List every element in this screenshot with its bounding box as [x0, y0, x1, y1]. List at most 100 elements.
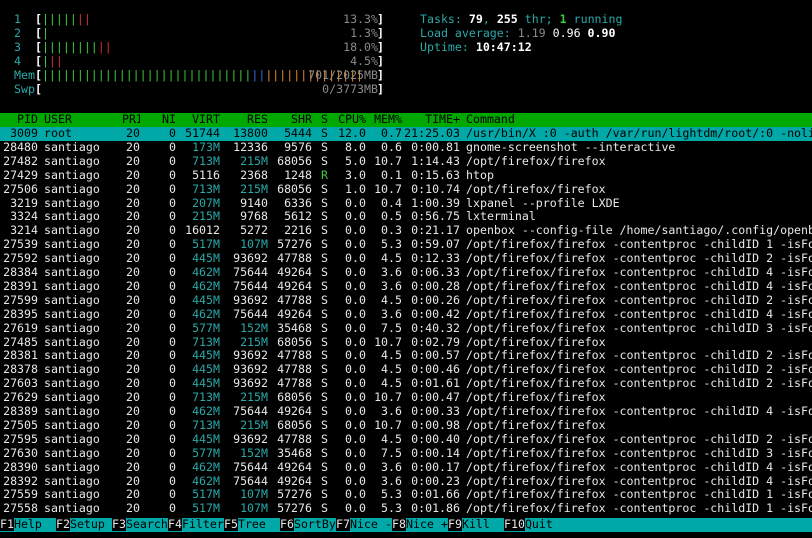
fkey-label[interactable]: Search [126, 517, 168, 531]
col-header-virt[interactable]: VIRT [176, 113, 220, 127]
process-row[interactable]: 3009 root 20 0 51744 13800 5444 S 12.0 0.7 21:25.0… [0, 127, 812, 141]
process-row[interactable]: 3214 santiago 20 0 16012 5272 2216 S 0.0 0.3 0:21.… [0, 224, 812, 238]
column-header[interactable]: PID USER PRI NI VIRT RES SHR S CPU% MEM% TIME+ Comm… [0, 113, 812, 127]
process-row[interactable]: 28384 santiago 20 0 462M 75644 49264 S 0.0 3.6 0:0… [0, 266, 812, 280]
process-row[interactable]: 28378 santiago 20 0 445M 93692 47788 S 0.0 4.5 0:0… [0, 363, 812, 377]
function-key-bar[interactable]: F1Help F2Setup F3Search F4Filter F5Tree F6Sor… [0, 517, 812, 532]
col-header-cpu[interactable]: CPU% [334, 113, 366, 127]
fkey-label[interactable]: Nice - [350, 517, 392, 531]
fkey-button[interactable]: F2Setup [56, 517, 105, 532]
cell-ni: 0 [169, 196, 176, 210]
fkey-label[interactable]: Quit [525, 517, 553, 531]
col-header-shr[interactable]: SHR [268, 113, 312, 127]
meter-bracket-left: [ [34, 54, 42, 68]
process-row[interactable]: 27505 santiago 20 0 713M 215M 68056 S 0.0 10.7 0:0… [0, 419, 812, 433]
process-row[interactable]: 3324 santiago 20 0 215M 9768 5612 S 0.0 0.5 0:56.7… [0, 210, 812, 224]
cell-ni: 0 [169, 224, 176, 238]
cell-pid: 27629 [3, 391, 38, 405]
fkey-button[interactable]: F1Help [0, 517, 42, 532]
cell-command: /opt/firefox/firefox -contentproc -child… [466, 252, 812, 266]
process-row[interactable]: 28390 santiago 20 0 462M 75644 49264 S 0.0 3.6 0:0… [0, 461, 812, 475]
process-row[interactable]: 28480 santiago 20 0 173M 12336 9576 S 8.0 0.6 0:00… [0, 141, 812, 155]
process-row[interactable]: 27506 santiago 20 0 713M 215M 68056 S 1.0 10.7 0:1… [0, 183, 812, 197]
col-header-pid[interactable]: PID [0, 113, 38, 127]
cell-command: lxpanel --profile LXDE [466, 196, 620, 210]
fkey-button[interactable]: F7Nice - [336, 517, 392, 532]
fkey-f5[interactable]: F5 [224, 517, 238, 531]
fkey-label[interactable]: Setup [70, 517, 105, 531]
cell-cpu: 0.0 [345, 266, 366, 279]
process-row[interactable]: 27429 santiago 20 0 5116 2368 1248 R 3.0 0.1 0:15.… [0, 169, 812, 183]
cell-ni: 0 [169, 446, 176, 460]
process-row[interactable]: 28389 santiago 20 0 462M 75644 49264 S 0.0 3.6 0:0… [0, 405, 812, 419]
fkey-f6[interactable]: F6 [280, 517, 294, 531]
process-row[interactable]: 28395 santiago 20 0 462M 75644 49264 S 0.0 3.6 0:0… [0, 308, 812, 322]
fkey-button[interactable]: F3Search [112, 517, 168, 532]
cell-ni: 0 [169, 293, 176, 307]
fkey-button[interactable]: F10Quit [504, 517, 553, 532]
fkey-button[interactable]: F6SortBy [280, 517, 336, 532]
col-header-user[interactable]: USER [44, 113, 122, 127]
cell-pri: 20 [126, 210, 140, 224]
fkey-button[interactable]: F4Filter [168, 517, 224, 532]
cell-res: 152M [240, 446, 268, 460]
process-row[interactable]: 27629 santiago 20 0 713M 215M 68056 S 0.0 10.7 0:0… [0, 391, 812, 405]
cell-s: S [321, 460, 328, 474]
fkey-f1[interactable]: F1 [0, 517, 14, 531]
cell-pri: 20 [126, 405, 140, 418]
cell-shr: 57276 [277, 488, 312, 502]
process-row[interactable]: 27485 santiago 20 0 713M 215M 68056 S 0.0 10.7 0:0… [0, 336, 812, 350]
fkey-button[interactable]: F8Nice + [392, 517, 448, 532]
cell-res: 215M [240, 418, 268, 432]
col-header-time[interactable]: TIME+ [402, 113, 460, 127]
cell-ni: 0 [169, 238, 176, 252]
process-row[interactable]: 27592 santiago 20 0 445M 93692 47788 S 0.0 4.5 0:1… [0, 252, 812, 266]
fkey-f8[interactable]: F8 [392, 517, 406, 531]
col-header-pri[interactable]: PRI [122, 113, 140, 127]
cell-cpu: 0.0 [345, 418, 366, 432]
col-header-s[interactable]: S [314, 113, 328, 127]
process-row[interactable]: 27595 santiago 20 0 445M 93692 47788 S 0.0 4.5 0:0… [0, 433, 812, 447]
cell-ni: 0 [169, 210, 176, 224]
process-row[interactable]: 27559 santiago 20 0 517M 107M 57276 S 0.0 5.3 0:01… [0, 488, 812, 502]
process-row[interactable]: 28381 santiago 20 0 445M 93692 47788 S 0.0 4.5 0:0… [0, 349, 812, 363]
col-header-res[interactable]: RES [220, 113, 268, 127]
fkey-f9[interactable]: F9 [448, 517, 462, 531]
fkey-f10[interactable]: F10 [504, 517, 525, 531]
process-row[interactable]: 27619 santiago 20 0 577M 152M 35468 S 0.0 7.5 0:40… [0, 322, 812, 336]
fkey-label[interactable]: Help [14, 517, 42, 531]
fkey-f3[interactable]: F3 [112, 517, 126, 531]
cell-ni: 0 [169, 321, 176, 335]
fkey-button[interactable]: F5Tree [224, 517, 266, 532]
col-header-mem[interactable]: MEM% [368, 113, 402, 127]
cell-time: 1:00.39 [411, 196, 460, 210]
fkey-button[interactable]: F9Kill [448, 517, 490, 532]
process-row[interactable]: 27539 santiago 20 0 517M 107M 57276 S 0.0 5.3 0:59… [0, 238, 812, 252]
process-row[interactable]: 28392 santiago 20 0 462M 75644 49264 S 0.0 3.6 0:0… [0, 475, 812, 489]
process-row[interactable]: 27630 santiago 20 0 577M 152M 35468 S 0.0 7.5 0:00… [0, 447, 812, 461]
cell-shr: 49264 [277, 307, 312, 321]
process-row[interactable]: 27558 santiago 20 0 517M 107M 57276 S 0.0 5.3 0:01… [0, 502, 812, 516]
process-row[interactable]: 27482 santiago 20 0 713M 215M 68056 S 5.0 10.7 1:1… [0, 155, 812, 169]
cell-user: santiago [44, 488, 100, 502]
fkey-f7[interactable]: F7 [336, 517, 350, 531]
col-header-command[interactable]: Command [466, 113, 812, 127]
cell-command: /opt/firefox/firefox -contentproc -child… [466, 460, 812, 474]
fkey-label[interactable]: Kill [462, 517, 490, 531]
fkey-label[interactable]: Tree [238, 517, 266, 531]
fkey-f2[interactable]: F2 [56, 517, 70, 531]
fkey-label[interactable]: Nice + [406, 517, 448, 531]
cell-shr: 47788 [277, 432, 312, 446]
process-row[interactable]: 27603 santiago 20 0 445M 93692 47788 S 0.0 4.5 0:0… [0, 377, 812, 391]
cpu-meter-2: 2 [| 1.3%] [14, 26, 384, 41]
process-row[interactable]: 27599 santiago 20 0 445M 93692 47788 S 0.0 4.5 0:0… [0, 294, 812, 308]
cell-command: /opt/firefox/firefox -contentproc -child… [466, 321, 812, 335]
fkey-label[interactable]: Filter [182, 517, 224, 531]
col-header-ni[interactable]: NI [148, 113, 176, 127]
process-row[interactable]: 3219 santiago 20 0 207M 9140 6336 S 0.0 0.4 1:00.3… [0, 197, 812, 211]
process-row[interactable]: 28391 santiago 20 0 462M 75644 49264 S 0.0 3.6 0:0… [0, 280, 812, 294]
fkey-label[interactable]: SortBy [294, 517, 336, 531]
cell-command: /opt/firefox/firefox -contentproc -child… [466, 502, 812, 516]
fkey-f4[interactable]: F4 [168, 517, 182, 531]
cell-time: 0:00.40 [411, 432, 460, 446]
